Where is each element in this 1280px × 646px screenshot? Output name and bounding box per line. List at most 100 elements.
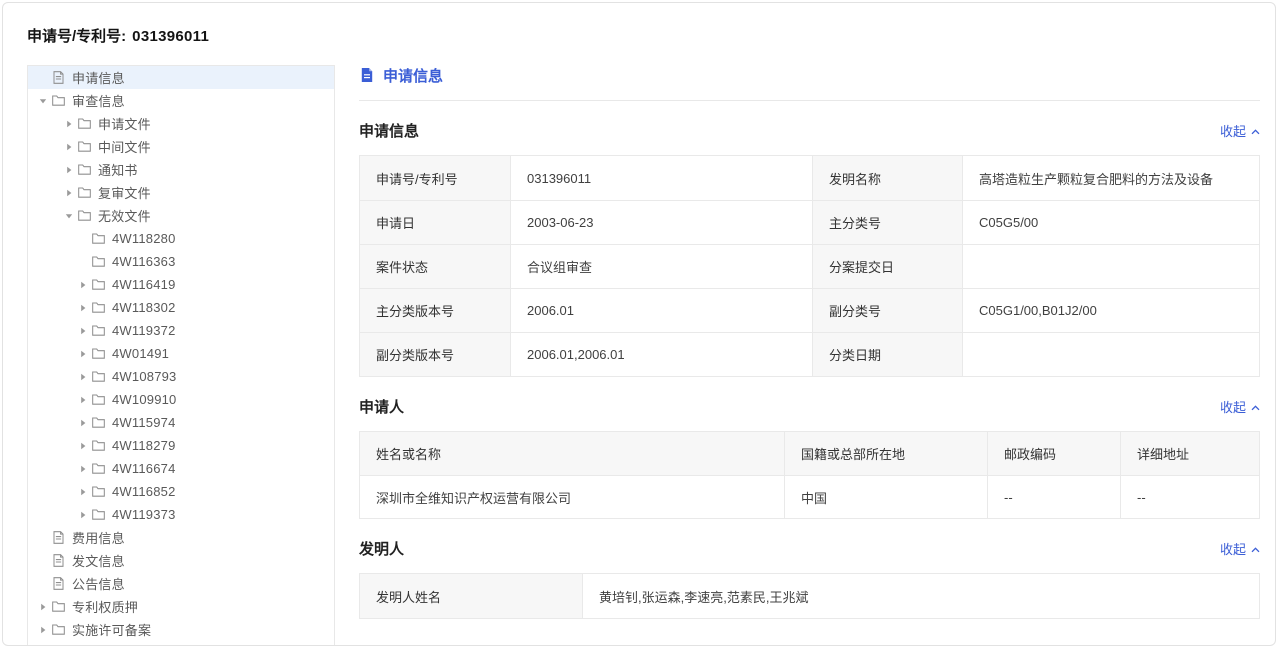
tree-item-公告信息[interactable]: 公告信息 — [28, 572, 334, 595]
caret-right-icon[interactable] — [62, 140, 76, 154]
caret-placeholder — [36, 554, 50, 568]
caret-right-icon[interactable] — [36, 623, 50, 637]
folder-icon — [91, 346, 106, 361]
application-number: 031396011 — [132, 28, 209, 45]
table-cell: 深圳市全维知识产权运营有限公司 — [360, 475, 784, 518]
field-label: 分案提交日 — [812, 244, 962, 288]
tree-item-4W118279[interactable]: 4W118279 — [28, 434, 334, 457]
caret-right-icon[interactable] — [76, 301, 90, 315]
caret-right-icon[interactable] — [76, 347, 90, 361]
caret-right-icon[interactable] — [76, 278, 90, 292]
caret-placeholder — [76, 255, 90, 269]
field-value: 合议组审查 — [510, 244, 812, 288]
field-label: 分类日期 — [812, 332, 962, 376]
collapse-button-application[interactable]: 收起 — [1220, 121, 1260, 140]
tree-item-label: 4W116419 — [112, 277, 176, 292]
tree-item-4W118280[interactable]: 4W118280 — [28, 227, 334, 250]
tree-item-4W116674[interactable]: 4W116674 — [28, 457, 334, 480]
field-value — [962, 244, 1259, 288]
tree-item-中间文件[interactable]: 中间文件 — [28, 135, 334, 158]
section-title-inventor: 发明人 — [359, 538, 404, 559]
page-card: 申请号/专利号: 031396011 申请信息审查信息申请文件中间文件通知书复审文… — [2, 2, 1276, 646]
column-header: 国籍或总部所在地 — [784, 432, 987, 475]
tree-item-label: 发文信息 — [72, 551, 125, 570]
tree-item-4W01491[interactable]: 4W01491 — [28, 342, 334, 365]
tree-item-4W118302[interactable]: 4W118302 — [28, 296, 334, 319]
tree-item-label: 复审文件 — [98, 183, 151, 202]
tree-item-实施许可备案[interactable]: 实施许可备案 — [28, 618, 334, 641]
page-title: 申请号/专利号: 031396011 — [27, 25, 209, 46]
caret-right-icon[interactable] — [76, 485, 90, 499]
caret-right-icon[interactable] — [76, 508, 90, 522]
caret-right-icon[interactable] — [36, 600, 50, 614]
caret-down-icon[interactable] — [36, 94, 50, 108]
caret-right-icon[interactable] — [62, 117, 76, 131]
field-value: 黄培钊,张运森,李速亮,范素民,王兆斌 — [582, 574, 1259, 618]
folder-icon — [77, 116, 92, 131]
tree-item-复审文件[interactable]: 复审文件 — [28, 181, 334, 204]
caret-right-icon[interactable] — [76, 462, 90, 476]
tree-item-费用信息[interactable]: 费用信息 — [28, 526, 334, 549]
tree-item-label: 无效文件 — [98, 206, 151, 225]
section-header-application: 申请信息 收起 — [359, 120, 1260, 141]
tree-item-label: 申请信息 — [72, 68, 125, 87]
tree-item-4W119372[interactable]: 4W119372 — [28, 319, 334, 342]
tree-item-4W116419[interactable]: 4W116419 — [28, 273, 334, 296]
tree-item-label: 通知书 — [98, 160, 138, 179]
panel-title-text: 申请信息 — [383, 65, 443, 86]
field-label: 副分类版本号 — [360, 332, 510, 376]
folder-icon — [91, 507, 106, 522]
field-label: 主分类号 — [812, 200, 962, 244]
tree-item-label: 4W118302 — [112, 300, 176, 315]
main-panel: 申请信息 申请信息 收起 申请号/专利号031396011发明名称高塔造粒生产颗… — [359, 65, 1260, 619]
tree-item-4W116363[interactable]: 4W116363 — [28, 250, 334, 273]
tree-item-4W119373[interactable]: 4W119373 — [28, 503, 334, 526]
column-header: 详细地址 — [1120, 432, 1259, 475]
caret-right-icon[interactable] — [76, 393, 90, 407]
folder-icon — [91, 484, 106, 499]
field-value: 2006.01 — [510, 288, 812, 332]
caret-right-icon[interactable] — [76, 370, 90, 384]
file-icon — [51, 70, 66, 85]
folder-icon — [91, 254, 106, 269]
field-label: 案件状态 — [360, 244, 510, 288]
tree-item-label: 审查信息 — [72, 91, 125, 110]
chevron-up-icon — [1251, 399, 1260, 414]
tree-item-审查信息[interactable]: 审查信息 — [28, 89, 334, 112]
field-label: 副分类号 — [812, 288, 962, 332]
tree-item-通知书[interactable]: 通知书 — [28, 158, 334, 181]
collapse-button-applicant[interactable]: 收起 — [1220, 397, 1260, 416]
tree-item-专利权质押[interactable]: 专利权质押 — [28, 595, 334, 618]
collapse-button-inventor[interactable]: 收起 — [1220, 539, 1260, 558]
tree-item-label: 4W119373 — [112, 507, 176, 522]
page-title-label: 申请号/专利号: — [27, 28, 126, 45]
caret-right-icon[interactable] — [76, 324, 90, 338]
tree-item-4W108793[interactable]: 4W108793 — [28, 365, 334, 388]
tree-item-label: 4W116363 — [112, 254, 176, 269]
tree-item-申请文件[interactable]: 申请文件 — [28, 112, 334, 135]
file-icon — [51, 530, 66, 545]
applicant-table: 姓名或名称国籍或总部所在地邮政编码详细地址深圳市全维知识产权运营有限公司中国--… — [359, 431, 1260, 519]
caret-placeholder — [36, 577, 50, 591]
caret-down-icon[interactable] — [62, 209, 76, 223]
tree-item-申请信息[interactable]: 申请信息 — [28, 66, 334, 89]
caret-right-icon[interactable] — [62, 186, 76, 200]
tree-item-4W115974[interactable]: 4W115974 — [28, 411, 334, 434]
file-icon — [51, 553, 66, 568]
caret-right-icon[interactable] — [62, 163, 76, 177]
field-value: 高塔造粒生产颗粒复合肥料的方法及设备 — [962, 156, 1259, 200]
field-value: 2006.01,2006.01 — [510, 332, 812, 376]
folder-icon — [91, 300, 106, 315]
tree-item-4W116852[interactable]: 4W116852 — [28, 480, 334, 503]
folder-icon — [77, 162, 92, 177]
folder-icon — [91, 231, 106, 246]
tree-item-发文信息[interactable]: 发文信息 — [28, 549, 334, 572]
tree-item-4W109910[interactable]: 4W109910 — [28, 388, 334, 411]
tree-item-无效文件[interactable]: 无效文件 — [28, 204, 334, 227]
caret-right-icon[interactable] — [76, 439, 90, 453]
caret-placeholder — [36, 71, 50, 85]
caret-right-icon[interactable] — [76, 416, 90, 430]
field-value: C05G5/00 — [962, 200, 1259, 244]
folder-icon — [77, 139, 92, 154]
tree-item-label: 4W116852 — [112, 484, 176, 499]
